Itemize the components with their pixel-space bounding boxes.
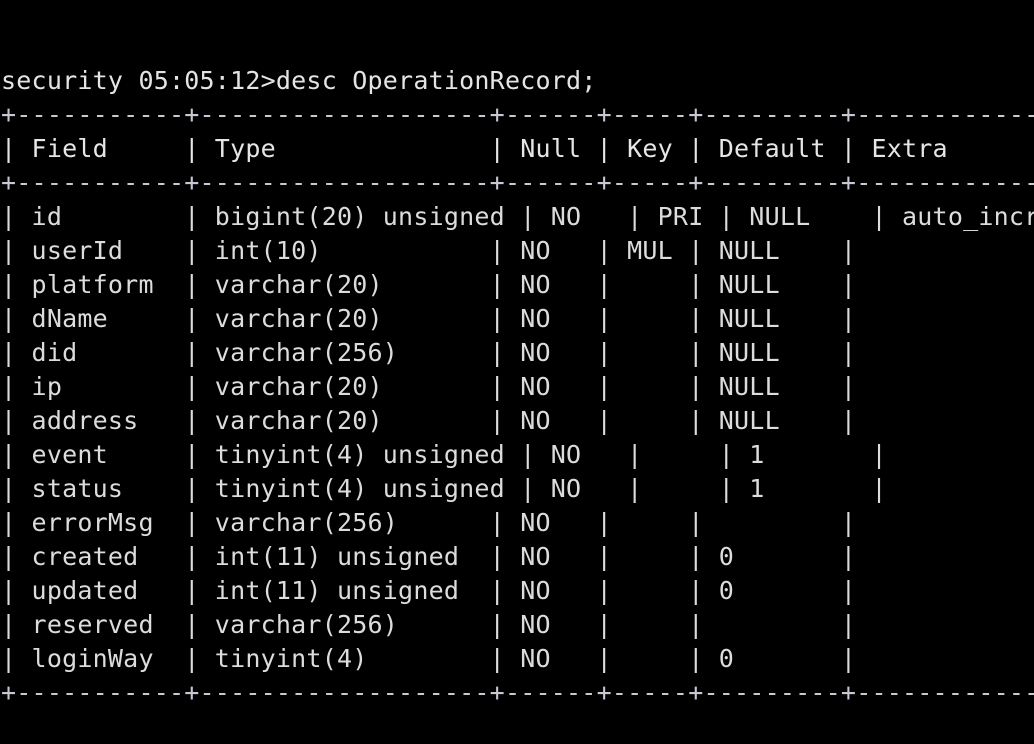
table-row: | did | varchar(256) | NO | | NULL | | — [1, 338, 1034, 367]
table-rule-bottom: +-----------+-------------------+------+… — [1, 678, 1034, 707]
table-row: | platform | varchar(20) | NO | | NULL |… — [1, 270, 1034, 299]
prompt-command-line[interactable]: security 05:05:12>desc OperationRecord; — [0, 64, 1034, 98]
table-row: | event | tinyint(4) unsigned | NO | | 1… — [1, 440, 1034, 469]
table-row: | loginWay | tinyint(4) | NO | | 0 | | — [1, 644, 1034, 673]
table-row: | dName | varchar(20) | NO | | NULL | | — [1, 304, 1034, 333]
table-row: | userId | int(10) | NO | MUL | NULL | | — [1, 236, 1034, 265]
terminal-output: security 05:05:12>desc OperationRecord; +… — [0, 64, 1034, 710]
table-rule-top: +-----------+-------------------+------+… — [1, 100, 1034, 129]
table-rule-header: +-----------+-------------------+------+… — [1, 168, 1034, 197]
table-row: | status | tinyint(4) unsigned | NO | | … — [1, 474, 1034, 503]
table-row: | reserved | varchar(256) | NO | | | | — [1, 610, 1034, 639]
table-row: | created | int(11) unsigned | NO | | 0 … — [1, 542, 1034, 571]
table-row: | errorMsg | varchar(256) | NO | | | | — [1, 508, 1034, 537]
table-row: | id | bigint(20) unsigned | NO | PRI | … — [1, 202, 1034, 231]
table-row: | address | varchar(20) | NO | | NULL | … — [1, 406, 1034, 435]
terminal-window[interactable]: security 05:05:12>desc OperationRecord; +… — [0, 0, 1034, 707]
table-row: | ip | varchar(20) | NO | | NULL | | — [1, 372, 1034, 401]
table-row: | updated | int(11) unsigned | NO | | 0 … — [1, 576, 1034, 605]
table-header-row: | Field | Type | Null | Key | Default | … — [1, 134, 1034, 163]
